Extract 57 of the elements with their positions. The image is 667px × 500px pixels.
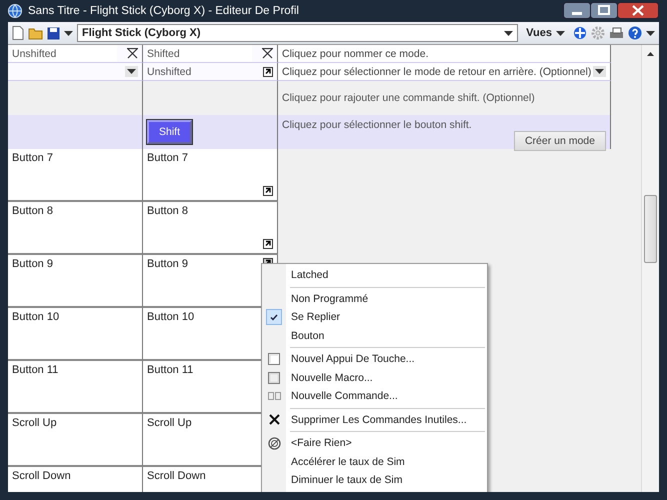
dropdown-arrow-icon[interactable] xyxy=(64,30,73,36)
menu-item[interactable]: Latched xyxy=(286,269,328,282)
create-mode-button[interactable]: Créer un mode xyxy=(514,131,606,151)
shift-button[interactable]: Shift xyxy=(147,120,192,144)
spiral-icon xyxy=(268,436,280,450)
shift-command-hint[interactable]: Cliquez pour rajouter une commande shift. (Optionnel) xyxy=(282,92,535,104)
profile-dropdown[interactable]: Flight Stick (Cyborg X) xyxy=(77,24,518,42)
scroll-thumb[interactable] xyxy=(644,195,657,263)
button-label[interactable]: Button 10 xyxy=(12,311,60,323)
menu-item[interactable]: Non Programmé xyxy=(286,292,368,305)
button-label[interactable]: Button 9 xyxy=(12,258,53,270)
fallback-icon[interactable] xyxy=(263,66,273,76)
menu-item[interactable]: Diminuer le taux de Sim xyxy=(286,474,402,486)
menu-item[interactable]: <Faire Rien> xyxy=(286,437,352,450)
double-key-icon xyxy=(268,392,280,400)
delete-icon xyxy=(268,414,280,426)
fallback-icon[interactable] xyxy=(263,239,273,249)
menu-item[interactable]: Accélérer le taux de Sim xyxy=(286,456,405,468)
scroll-up-icon[interactable] xyxy=(647,52,654,56)
button-label[interactable]: Button 7 xyxy=(147,152,188,164)
button-label[interactable]: Button 11 xyxy=(147,364,194,376)
menu-item[interactable]: Supprimer Les Commandes Inutiles... xyxy=(286,414,467,426)
menu-item[interactable]: Se Replier xyxy=(286,311,340,324)
button-label[interactable]: Scroll Up xyxy=(147,417,192,429)
window-controls-drawing[interactable] xyxy=(563,2,659,20)
save-icon[interactable] xyxy=(47,26,60,40)
crosshair-icon[interactable] xyxy=(573,26,587,40)
views-menu[interactable]: Vues xyxy=(522,27,569,39)
dropdown-arrow-icon xyxy=(556,30,565,36)
new-file-icon[interactable] xyxy=(12,26,24,40)
help-icon[interactable] xyxy=(628,26,642,40)
macro-icon xyxy=(268,372,280,384)
menu-item[interactable]: Bouton xyxy=(286,330,324,342)
dropdown-arrow-icon xyxy=(504,30,514,36)
button-label[interactable]: Button 7 xyxy=(12,152,53,164)
clear-icon[interactable] xyxy=(127,48,138,59)
folder-icon[interactable] xyxy=(28,26,43,40)
globe-icon xyxy=(8,4,22,18)
button-label[interactable]: Button 9 xyxy=(147,258,188,270)
menu-item[interactable]: Nouvelle Commande... xyxy=(286,390,398,402)
fallback-icon[interactable] xyxy=(263,186,273,196)
dropdown-arrow-icon[interactable] xyxy=(127,69,136,74)
clear-icon[interactable] xyxy=(262,48,273,59)
printer-icon[interactable] xyxy=(609,26,624,40)
menu-item[interactable]: Nouvel Appui De Touche... xyxy=(286,353,415,366)
button-label[interactable]: Button 11 xyxy=(12,364,58,376)
button-label[interactable]: Scroll Up xyxy=(12,417,57,429)
button-label[interactable]: Button 10 xyxy=(147,311,194,323)
window-title: Sans Titre - Flight Stick (Cyborg X) - Editeur De Profil xyxy=(28,5,299,17)
button-label[interactable]: Button 8 xyxy=(147,205,188,217)
dropdown-arrow-icon[interactable] xyxy=(595,69,604,74)
shift-button-hint[interactable]: Cliquez pour sélectionner le bouton shift. xyxy=(282,119,606,131)
button-label[interactable]: Button 8 xyxy=(12,205,53,217)
dropdown-arrow-icon[interactable] xyxy=(646,30,655,36)
menu-item[interactable]: Nouvelle Macro... xyxy=(286,372,373,384)
key-icon xyxy=(268,353,280,366)
scrollbar[interactable] xyxy=(641,45,659,492)
